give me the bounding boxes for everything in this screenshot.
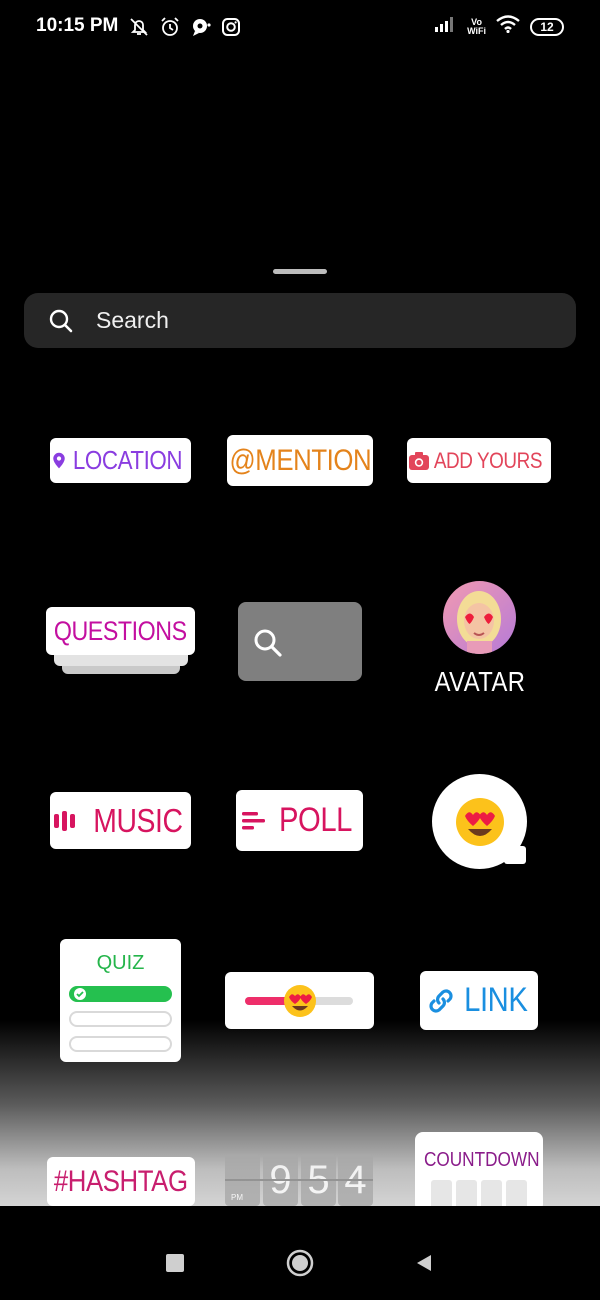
link-sticker[interactable]: LINK <box>420 971 538 1030</box>
status-bar: 10:15 PM Vo WiFi 12 <box>0 0 600 56</box>
hashtag-sticker[interactable]: #HASHTAG <box>47 1157 195 1206</box>
link-chain-icon <box>429 988 453 1013</box>
poll-sticker[interactable]: POLL <box>236 790 363 851</box>
emoji-slider-sticker[interactable] <box>225 972 374 1029</box>
wifi-icon <box>496 15 520 38</box>
quiz-option <box>69 1011 172 1027</box>
search-icon <box>49 309 73 332</box>
location-label: LOCATION <box>72 445 183 475</box>
mention-sticker[interactable]: @MENTION <box>227 435 373 486</box>
home-circle-icon[interactable] <box>286 1249 314 1277</box>
recents-square-icon[interactable] <box>166 1254 184 1272</box>
camera-icon <box>409 451 430 470</box>
time-ampm: PM <box>231 1193 243 1202</box>
search-icon <box>254 629 282 657</box>
hashtag-label: #HASHTAG <box>54 1164 188 1198</box>
emoji-sticker-tail <box>504 846 526 864</box>
emoji-reaction-sticker[interactable] <box>432 774 527 869</box>
vowifi-bottom: WiFi <box>467 25 486 36</box>
quiz-option-correct <box>69 986 172 1002</box>
time-sticker[interactable]: PM 9 5 4 <box>225 1154 373 1206</box>
sheet-drag-handle[interactable] <box>273 269 327 274</box>
quiz-sticker[interactable]: QUIZ <box>60 939 181 1062</box>
questions-label: QUESTIONS <box>54 615 187 646</box>
battery-icon: 12 <box>530 17 564 36</box>
mute-bell-icon <box>128 16 150 43</box>
status-time: 10:15 PM <box>36 15 119 36</box>
quiz-label: QUIZ <box>96 952 145 974</box>
avatar-image[interactable] <box>443 581 516 654</box>
mention-label: @MENTION <box>229 443 371 477</box>
instagram-icon <box>221 17 241 42</box>
vowifi-indicator: Vo WiFi <box>467 17 486 36</box>
music-sticker[interactable]: MUSIC <box>50 792 191 849</box>
check-icon <box>74 988 86 1000</box>
music-label: MUSIC <box>92 801 183 839</box>
back-triangle-icon[interactable] <box>414 1253 434 1273</box>
music-bars-icon <box>53 810 75 831</box>
battery-level: 12 <box>540 19 554 34</box>
poll-lines-icon <box>242 811 266 829</box>
link-label: LINK <box>463 981 528 1019</box>
alarm-icon <box>159 16 181 43</box>
quiz-option <box>69 1036 172 1052</box>
gif-search-sticker[interactable] <box>238 602 362 681</box>
location-pin-icon <box>53 452 65 468</box>
heart-eyes-emoji-icon <box>456 798 504 846</box>
emoji-slider-track <box>245 985 353 1017</box>
questions-sticker[interactable]: QUESTIONS <box>46 607 195 655</box>
chat-bubble-icon <box>190 16 212 43</box>
search-bar[interactable]: Search <box>24 293 576 348</box>
countdown-label: COUNTDOWN <box>423 1149 540 1171</box>
signal-icon <box>435 16 457 37</box>
time-divider <box>225 1179 373 1181</box>
add-yours-sticker[interactable]: ADD YOURS <box>407 438 551 483</box>
search-input[interactable]: Search <box>96 307 169 334</box>
countdown-sticker[interactable]: COUNTDOWN <box>415 1132 543 1212</box>
add-yours-label: ADD YOURS <box>433 447 543 473</box>
poll-label: POLL <box>278 801 353 839</box>
avatar-label: AVATAR <box>434 666 526 697</box>
system-nav-bar <box>0 1206 600 1300</box>
location-sticker[interactable]: LOCATION <box>50 438 191 483</box>
